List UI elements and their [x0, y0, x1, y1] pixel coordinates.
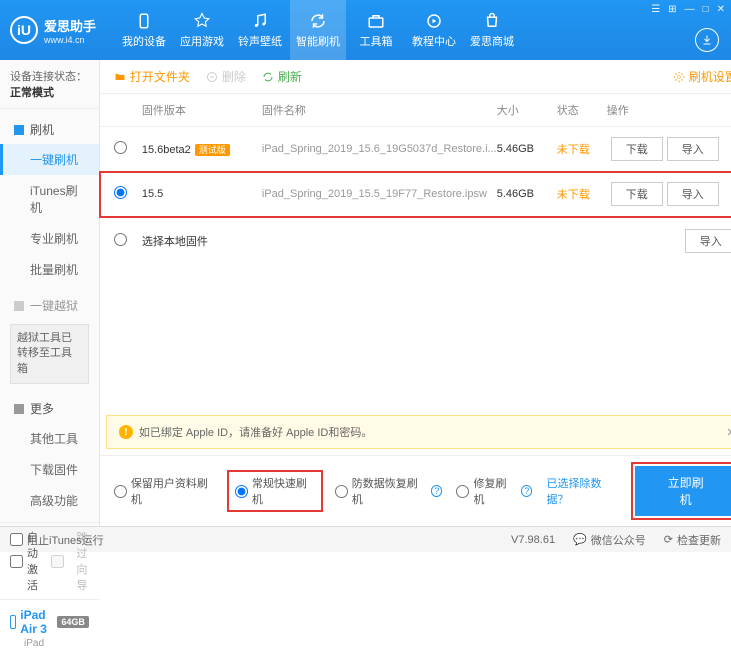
sidebar-group-jailbreak[interactable]: 一键越狱 [0, 291, 99, 320]
download-button[interactable]: 下载 [611, 182, 663, 206]
nav-ringtones[interactable]: 铃声壁纸 [232, 0, 288, 60]
tile-icon[interactable]: ⊞ [668, 4, 676, 15]
sidebar-item-pro[interactable]: 专业刷机 [0, 223, 99, 254]
toolbar: 打开文件夹 删除 刷新 刷机设置 [100, 60, 731, 94]
firmware-radio[interactable] [114, 186, 127, 199]
sidebar-item-othertools[interactable]: 其他工具 [0, 423, 99, 454]
skip-guide-checkbox [51, 555, 64, 568]
beta-tag: 测试版 [195, 144, 230, 156]
auto-activate-checkbox[interactable] [10, 555, 23, 568]
lock-icon [14, 301, 24, 311]
flash-now-button[interactable]: 立即刷机 [635, 466, 731, 516]
status-bar: 阻止iTunes运行 V7.98.61 💬 微信公众号 ⟳ 检查更新 [0, 526, 731, 552]
nav-tutorials[interactable]: 教程中心 [406, 0, 462, 60]
opt-antirecovery[interactable]: 防数据恢复刷机? [335, 475, 443, 507]
download-button[interactable]: 下载 [611, 137, 663, 161]
exclude-data-link[interactable]: 已选择除数据？ [546, 475, 620, 507]
logo-icon: iU [10, 16, 38, 44]
version-label: V7.98.61 [511, 532, 555, 548]
sidebar-item-advanced[interactable]: 高级功能 [0, 485, 99, 516]
import-button[interactable]: 导入 [685, 229, 731, 253]
warning-icon: ! [119, 425, 133, 439]
close-icon[interactable]: ✕ [717, 4, 725, 15]
sidebar-item-oneclick[interactable]: 一键刷机 [0, 144, 99, 175]
nav-toolbox[interactable]: 工具箱 [348, 0, 404, 60]
import-button[interactable]: 导入 [667, 182, 719, 206]
storage-badge: 64GB [57, 616, 89, 628]
flash-settings-button[interactable]: 刷机设置 [673, 68, 731, 85]
connection-status: 设备连接状态：正常模式 [0, 60, 99, 109]
flash-options: 保留用户资料刷机 常规快速刷机 防数据恢复刷机? 修复刷机? 已选择除数据？ 立… [100, 455, 731, 526]
opt-normal[interactable]: 常规快速刷机 [229, 472, 321, 510]
main-content: 打开文件夹 删除 刷新 刷机设置 固件版本 固件名称 大小 状态 操作 15.6… [100, 60, 731, 526]
sidebar-group-flash[interactable]: 刷机 [0, 115, 99, 144]
nav-store[interactable]: 爱思商城 [464, 0, 520, 60]
logo: iU 爱思助手 www.i4.cn [10, 16, 96, 45]
sidebar-item-batch[interactable]: 批量刷机 [0, 254, 99, 285]
firmware-row[interactable]: 15.6beta2测试版 iPad_Spring_2019_15.6_19G50… [100, 127, 731, 172]
maximize-icon[interactable]: □ [703, 4, 709, 15]
device-panel[interactable]: iPad Air 364GB iPad [0, 599, 99, 657]
sidebar-item-itunes[interactable]: iTunes刷机 [0, 175, 99, 223]
wechat-link[interactable]: 💬 微信公众号 [573, 532, 646, 548]
table-header: 固件版本 固件名称 大小 状态 操作 [100, 94, 731, 127]
window-controls: ☰ ⊞ — □ ✕ [651, 4, 725, 15]
square-icon [14, 125, 24, 135]
open-folder-button[interactable]: 打开文件夹 [114, 68, 190, 85]
check-update-link[interactable]: ⟳ 检查更新 [664, 532, 721, 548]
local-firmware-row[interactable]: 选择本地固件 导入 [100, 217, 731, 265]
firmware-radio[interactable] [114, 141, 127, 154]
appleid-alert: ! 如已绑定 Apple ID，请准备好 Apple ID和密码。 ✕ [106, 415, 731, 449]
minimize-icon[interactable]: — [685, 4, 695, 15]
delete-button: 删除 [206, 68, 246, 85]
app-title: 爱思助手 [44, 16, 96, 35]
device-icon [10, 615, 16, 629]
app-header: iU 爱思助手 www.i4.cn 我的设备 应用游戏 铃声壁纸 智能刷机 工具… [0, 0, 731, 60]
sidebar-item-download[interactable]: 下载固件 [0, 454, 99, 485]
sidebar: 设备连接状态：正常模式 刷机 一键刷机 iTunes刷机 专业刷机 批量刷机 一… [0, 60, 100, 526]
menu-icon[interactable]: ☰ [651, 4, 660, 15]
jailbreak-note: 越狱工具已转移至工具箱 [10, 324, 89, 384]
alert-close-icon[interactable]: ✕ [727, 426, 731, 439]
info-icon[interactable]: ? [431, 485, 443, 497]
square-icon [14, 404, 24, 414]
firmware-radio[interactable] [114, 233, 127, 246]
info-icon[interactable]: ? [521, 485, 532, 497]
download-button[interactable] [695, 28, 719, 52]
nav-apps[interactable]: 应用游戏 [174, 0, 230, 60]
sidebar-group-more[interactable]: 更多 [0, 394, 99, 423]
block-itunes-checkbox[interactable] [10, 533, 23, 546]
main-nav: 我的设备 应用游戏 铃声壁纸 智能刷机 工具箱 教程中心 爱思商城 [116, 0, 520, 60]
opt-keep-data[interactable]: 保留用户资料刷机 [114, 475, 215, 507]
nav-flash[interactable]: 智能刷机 [290, 0, 346, 60]
firmware-row[interactable]: 15.5 iPad_Spring_2019_15.5_19F77_Restore… [100, 172, 731, 217]
app-url: www.i4.cn [44, 35, 96, 45]
import-button[interactable]: 导入 [667, 137, 719, 161]
nav-my-device[interactable]: 我的设备 [116, 0, 172, 60]
opt-repair[interactable]: 修复刷机? [456, 475, 532, 507]
refresh-button[interactable]: 刷新 [262, 68, 302, 85]
